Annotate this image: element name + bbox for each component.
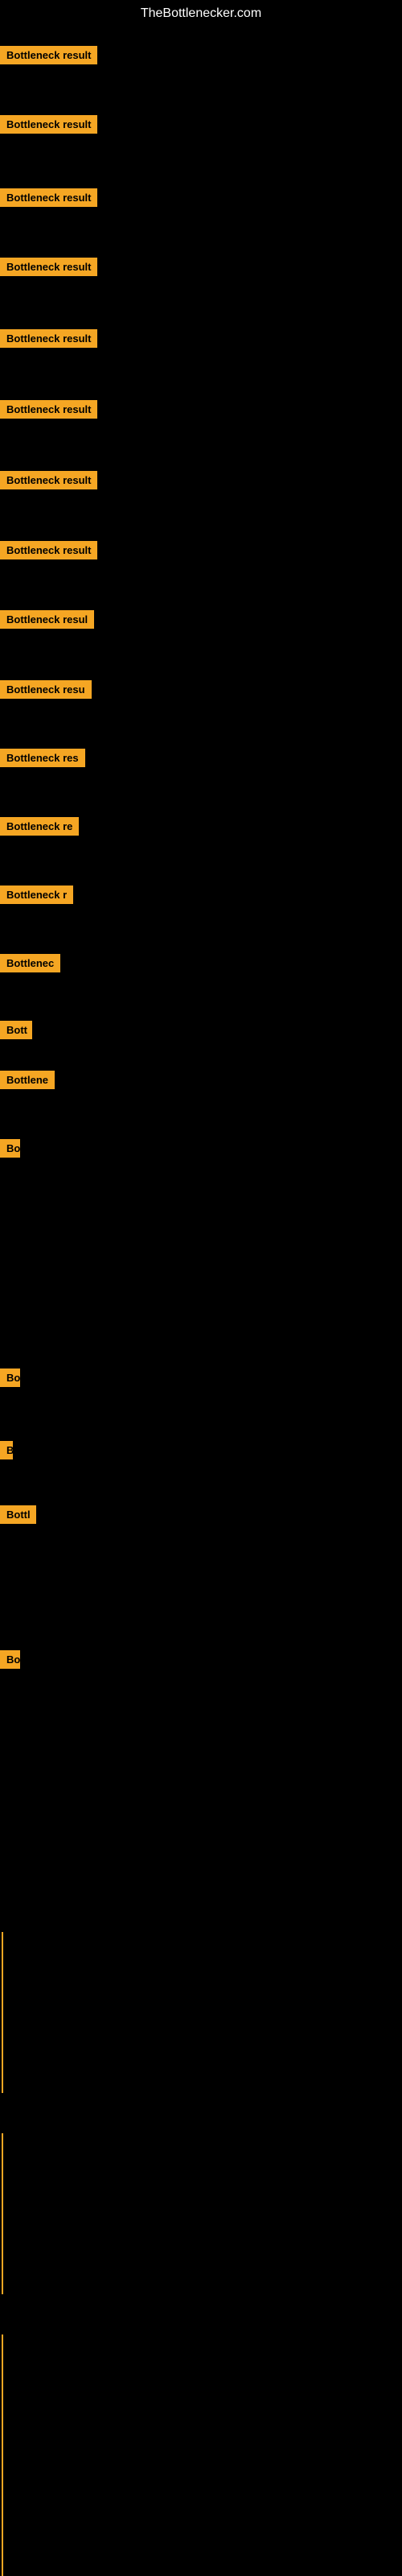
bottleneck-badge-19: Bo <box>0 1368 20 1387</box>
bottleneck-badge-0: Bottleneck result <box>0 46 97 64</box>
bottleneck-badge-6: Bottleneck result <box>0 471 97 489</box>
bottleneck-badge-20: B <box>0 1441 13 1459</box>
bottleneck-badge-3: Bottleneck result <box>0 258 97 276</box>
bottleneck-badge-10: Bottleneck res <box>0 749 85 767</box>
bottleneck-badge-23: Bo <box>0 1650 20 1669</box>
bottleneck-badge-15: Bottlene <box>0 1071 55 1089</box>
bottleneck-badge-12: Bottleneck r <box>0 886 73 904</box>
vertical-line-3 <box>2 2455 3 2576</box>
bottleneck-badge-13: Bottlenec <box>0 954 60 972</box>
bottleneck-badge-7: Bottleneck result <box>0 541 97 559</box>
site-title: TheBottlenecker.com <box>0 0 402 27</box>
bottleneck-badge-21: Bottl <box>0 1505 36 1524</box>
bottleneck-badge-9: Bottleneck resu <box>0 680 92 699</box>
bottleneck-badge-4: Bottleneck result <box>0 329 97 348</box>
bottleneck-badge-14: Bott <box>0 1021 32 1039</box>
bottleneck-badge-1: Bottleneck result <box>0 115 97 134</box>
bottleneck-badge-11: Bottleneck re <box>0 817 79 836</box>
vertical-line-1 <box>2 2133 3 2294</box>
bottleneck-badge-8: Bottleneck resul <box>0 610 94 629</box>
bottleneck-badge-5: Bottleneck result <box>0 400 97 419</box>
vertical-line-0 <box>2 1932 3 2093</box>
bottleneck-badge-16: Bo <box>0 1139 20 1158</box>
bottleneck-badge-2: Bottleneck result <box>0 188 97 207</box>
